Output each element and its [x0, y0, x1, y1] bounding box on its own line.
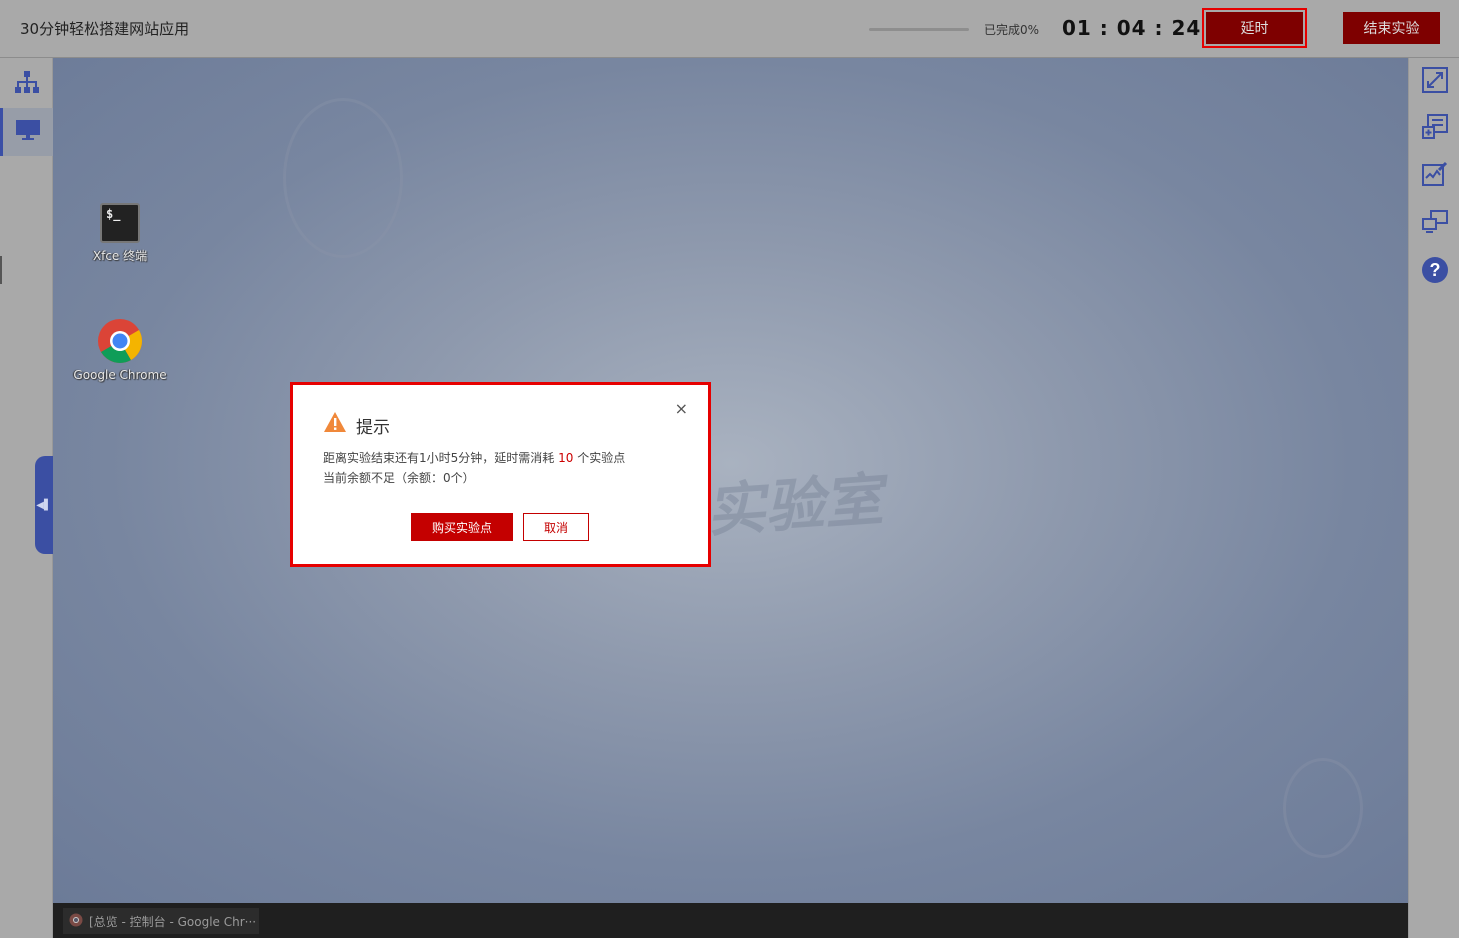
taskbar-item-chrome[interactable]: [总览 - 控制台 - Google Chr··· — [63, 908, 259, 934]
lab-title: 30分钟轻松搭建网站应用 — [20, 20, 190, 38]
right-sidebar: ? — [1408, 58, 1459, 938]
collapse-arrow-icon: ◀▌ — [36, 499, 52, 511]
chrome-small-icon — [69, 912, 83, 931]
left-sidebar: ◀▌ — [0, 58, 53, 938]
desktop-watermark: 实验室 — [706, 465, 893, 545]
warning-icon — [323, 411, 347, 437]
svg-text:?: ? — [1430, 260, 1441, 280]
buy-points-button[interactable]: 购买实验点 — [411, 513, 513, 541]
desktop-icon — [15, 118, 41, 146]
taskbar-item-label: [总览 - 控制台 - Google Chr··· — [89, 914, 257, 929]
background-decoration — [283, 98, 403, 258]
add-screen-icon — [1422, 114, 1448, 144]
topology-icon — [14, 70, 40, 98]
collapse-panel-button[interactable]: ◀▌ — [35, 456, 53, 554]
sidebar-item-desktop[interactable] — [0, 108, 53, 156]
fullscreen-button[interactable] — [1421, 67, 1449, 97]
chrome-icon — [97, 318, 143, 364]
dialog-cost-value: 10 — [558, 451, 574, 465]
delay-button[interactable]: 延时 — [1206, 12, 1303, 44]
dialog-title: 提示 — [356, 418, 390, 438]
terminal-icon: $_ — [100, 203, 140, 243]
report-button[interactable] — [1421, 161, 1449, 191]
multi-screen-icon — [1422, 208, 1448, 238]
desktop-icon-chrome[interactable]: Google Chrome — [70, 318, 170, 382]
dialog-message-prefix: 距离实验结束还有1小时5分钟，延时需消耗 — [323, 451, 555, 465]
top-bar: 30分钟轻松搭建网站应用 已完成0% 01 : 04 : 24 延时 结束实验 — [0, 0, 1459, 58]
progress-label: 已完成0% — [984, 23, 1040, 37]
dialog-close-button[interactable]: × — [675, 401, 688, 417]
add-screen-button[interactable] — [1421, 114, 1449, 144]
sidebar-edge-marker — [0, 256, 2, 284]
dialog-message-line2: 当前余额不足（余额：0个） — [323, 471, 475, 485]
delay-dialog: × 提示 距离实验结束还有1小时5分钟，延时需消耗 10 个实验点 当前余额不足… — [290, 382, 711, 567]
dialog-message-suffix: 个实验点 — [577, 451, 626, 465]
help-icon: ? — [1421, 256, 1449, 288]
sidebar-item-topology[interactable] — [0, 60, 53, 108]
end-lab-button[interactable]: 结束实验 — [1343, 12, 1440, 44]
progress-bar — [869, 28, 969, 31]
desktop-icon-label: Xfce 终端 — [92, 249, 148, 263]
countdown-timer: 01 : 04 : 24 — [1062, 16, 1202, 40]
background-decoration — [1283, 758, 1363, 858]
cancel-button[interactable]: 取消 — [523, 513, 589, 541]
report-icon — [1422, 161, 1448, 191]
multi-screen-button[interactable] — [1421, 209, 1449, 237]
app-root: 30分钟轻松搭建网站应用 已完成0% 01 : 04 : 24 延时 结束实验 — [0, 0, 1459, 938]
taskbar: [总览 - 控制台 - Google Chr··· — [53, 903, 1408, 938]
fullscreen-icon — [1422, 67, 1448, 97]
help-button[interactable]: ? — [1421, 256, 1449, 288]
dialog-message-line1: 距离实验结束还有1小时5分钟，延时需消耗 10 个实验点 — [323, 449, 625, 466]
remote-desktop[interactable]: 实验室 $_ Xfce 终端 Google Chrome — [53, 58, 1408, 903]
desktop-icon-label: Google Chrome — [73, 368, 167, 382]
desktop-icon-terminal[interactable]: $_ Xfce 终端 — [70, 203, 170, 264]
